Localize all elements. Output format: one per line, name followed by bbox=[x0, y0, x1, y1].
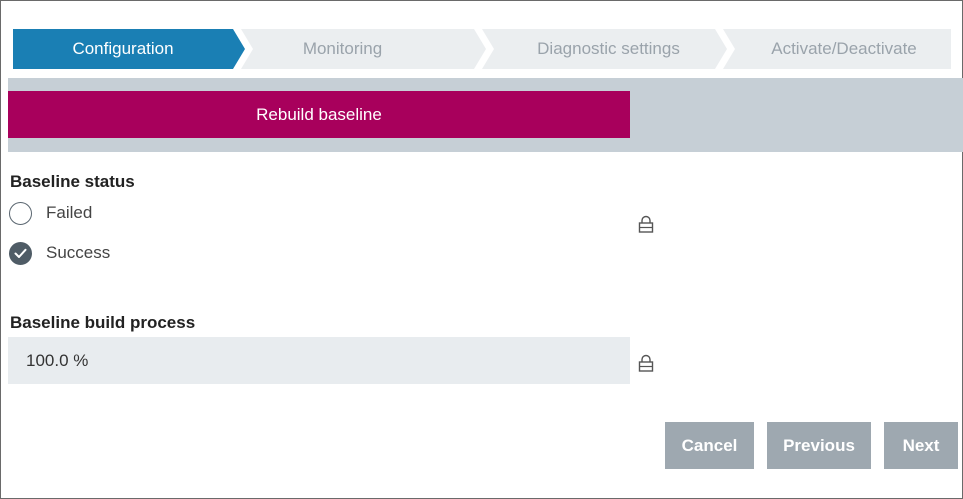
radio-success[interactable]: Success bbox=[9, 241, 110, 265]
baseline-status-title: Baseline status bbox=[10, 172, 135, 191]
previous-button[interactable]: Previous bbox=[767, 422, 871, 469]
wizard-frame: Configuration Monitoring Diagnostic sett… bbox=[0, 0, 963, 499]
step-configuration[interactable]: Configuration bbox=[13, 29, 245, 69]
step-label: Activate/Deactivate bbox=[771, 39, 917, 58]
wizard-stepper: Configuration Monitoring Diagnostic sett… bbox=[13, 29, 951, 69]
step-label: Monitoring bbox=[302, 39, 383, 58]
cancel-button[interactable]: Cancel bbox=[665, 422, 754, 469]
baseline-build-title: Baseline build process bbox=[10, 313, 196, 332]
radio-failed[interactable]: Failed bbox=[9, 201, 92, 225]
step-monitoring[interactable]: Monitoring bbox=[241, 29, 486, 69]
step-label: Diagnostic settings bbox=[537, 39, 680, 58]
action-band: Rebuild baseline bbox=[8, 78, 963, 152]
radio-unchecked-icon bbox=[9, 201, 32, 225]
progress-value: 100.0 % bbox=[26, 350, 89, 370]
radio-label: Success bbox=[46, 243, 111, 262]
lock-icon bbox=[638, 354, 654, 372]
next-button[interactable]: Next bbox=[884, 422, 958, 469]
step-diagnostic-settings[interactable]: Diagnostic settings bbox=[482, 29, 727, 69]
lock-icon bbox=[638, 215, 654, 233]
baseline-build-progress-field: 100.0 % bbox=[8, 337, 630, 384]
radio-label: Failed bbox=[46, 203, 93, 222]
rebuild-baseline-button[interactable]: Rebuild baseline bbox=[8, 91, 630, 138]
checkmark-icon bbox=[14, 248, 27, 258]
step-label: Configuration bbox=[72, 39, 174, 58]
step-activate-deactivate[interactable]: Activate/Deactivate bbox=[723, 29, 951, 69]
radio-checked-icon bbox=[9, 241, 32, 265]
